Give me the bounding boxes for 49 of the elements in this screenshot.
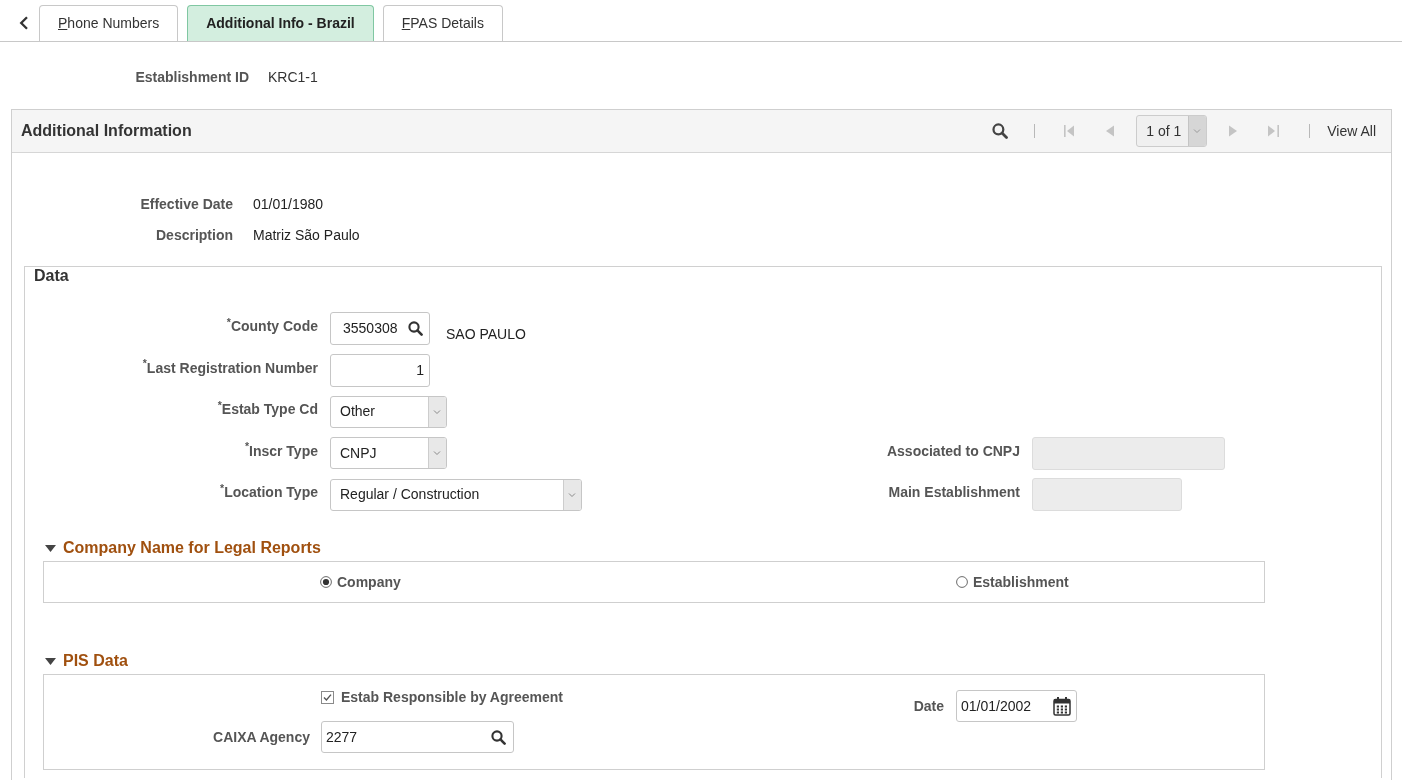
field-label: Date <box>913 696 944 716</box>
field-label: Establishment ID <box>135 67 249 87</box>
checkbox-label: Estab Responsible by Agreement <box>341 687 563 707</box>
field-value: 01/01/1980 <box>253 194 324 214</box>
caret-down-icon <box>45 544 56 552</box>
field-label: $^{*}$Last Registration Number <box>142 357 318 378</box>
section-title: Data <box>34 267 69 284</box>
panel-title: Additional Information <box>21 121 192 141</box>
search-icon[interactable] <box>992 123 1009 139</box>
chevron-down-icon[interactable] <box>428 396 446 427</box>
search-icon[interactable] <box>408 321 423 336</box>
field-value: KRC1-1 <box>268 67 318 87</box>
field-label: CAIXA Agency <box>213 727 310 747</box>
date-field[interactable]: 01/01/2002 <box>956 690 1077 722</box>
lookup-field[interactable]: 2277 <box>321 721 514 753</box>
field-label: $^{*}$Inscr Type <box>244 440 318 461</box>
field-label: $^{*}$Estab Type Cd <box>217 399 318 419</box>
field-label: Description <box>156 225 233 245</box>
radio-label: Establishment <box>973 572 1069 592</box>
tab[interactable]: Additional Info - Brazil <box>187 5 374 41</box>
field-label: Associated to CNPJ <box>886 441 1020 461</box>
radio-label: Company <box>337 572 401 592</box>
section-toggle[interactable]: Company Name for Legal Reports <box>45 538 321 558</box>
dropdown-field[interactable]: Regular / Construction <box>330 478 582 511</box>
field-value: SAO PAULO <box>446 324 526 344</box>
field-label: Effective Date <box>140 194 233 214</box>
field-value: Matriz São Paulo <box>253 225 360 245</box>
field-label: $^{*}$County Code <box>226 316 318 336</box>
field-label: $^{*}$Location Type <box>220 482 318 502</box>
checkbox[interactable] <box>321 690 334 704</box>
tab[interactable]: FPAS Details <box>382 5 503 41</box>
section-toggle[interactable]: PIS Data <box>45 651 128 671</box>
page-selector[interactable]: 1 of 1 <box>1136 115 1208 147</box>
radio-button[interactable] <box>956 576 968 588</box>
tab[interactable]: Phone Numbers <box>39 5 179 41</box>
dropdown-field[interactable]: Other <box>330 395 447 428</box>
dropdown-field[interactable]: CNPJ <box>330 437 447 469</box>
input-field[interactable]: 1 <box>330 353 430 387</box>
view-all-link[interactable]: View All <box>1327 120 1376 142</box>
caret-down-icon <box>45 657 56 665</box>
lookup-field[interactable]: 3550308 <box>330 312 430 345</box>
chevron-down-icon[interactable] <box>428 438 446 468</box>
radio-button[interactable] <box>320 576 332 588</box>
search-icon[interactable] <box>491 729 506 745</box>
chevron-down-icon[interactable] <box>1188 116 1207 146</box>
back-icon[interactable] <box>19 16 29 30</box>
field-label: Main Establishment <box>888 483 1020 502</box>
chevron-down-icon[interactable] <box>563 479 581 510</box>
calendar-icon[interactable] <box>1053 696 1071 716</box>
